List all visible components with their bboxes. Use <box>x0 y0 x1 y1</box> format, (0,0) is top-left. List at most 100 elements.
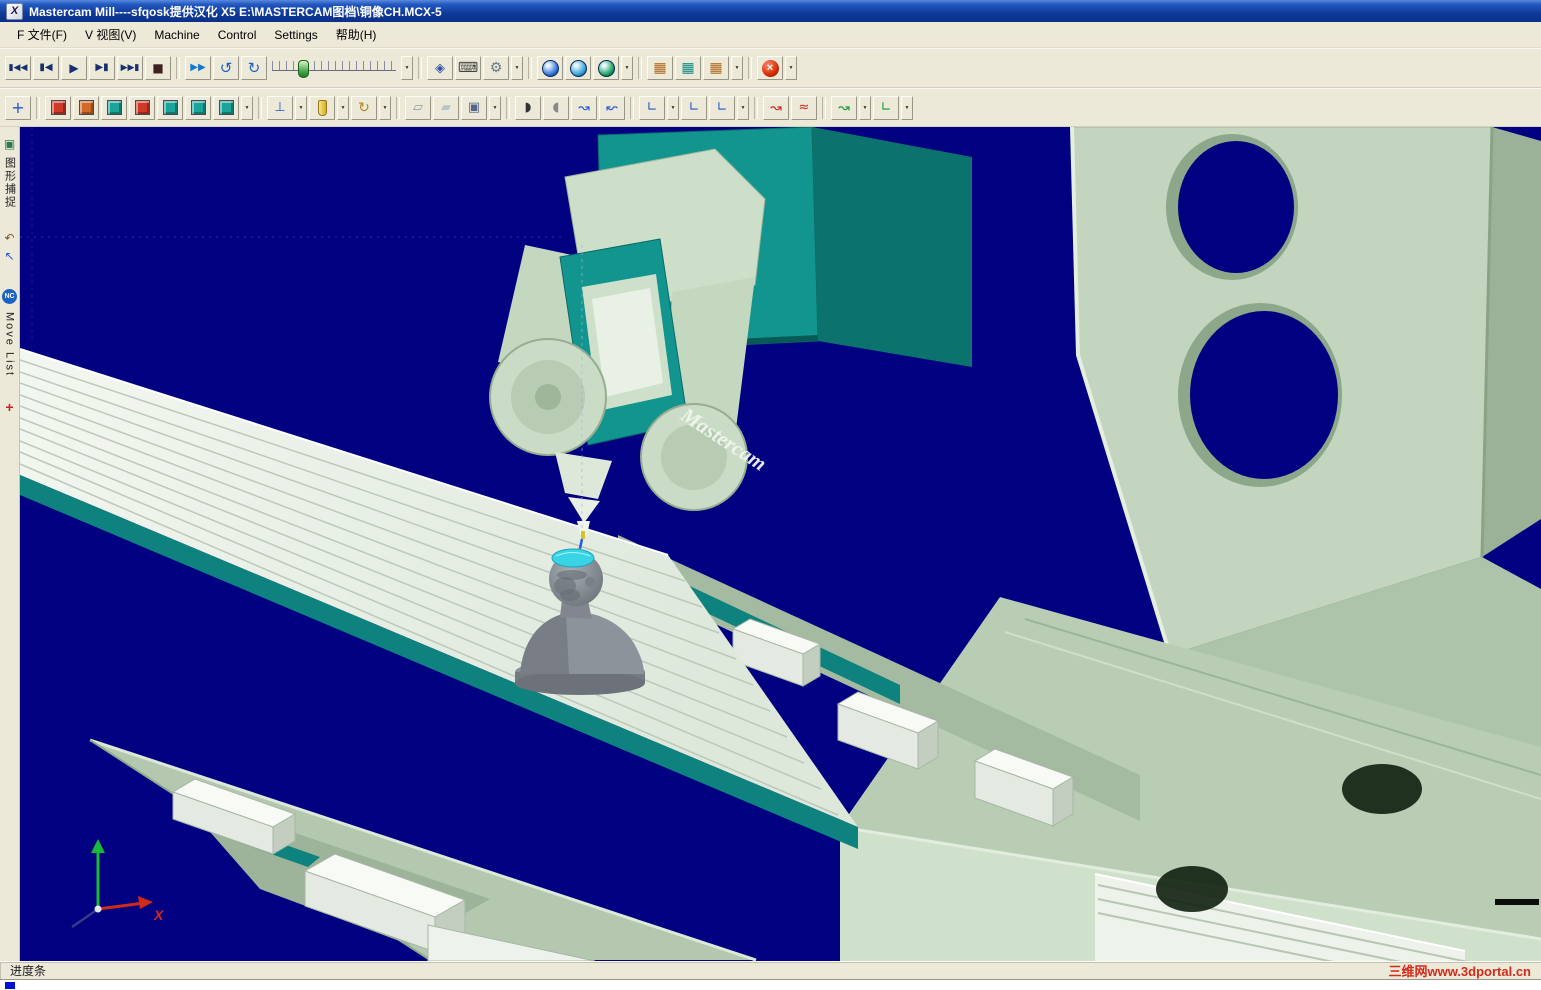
path-points-red-button[interactable]: ≈ <box>791 95 817 120</box>
menu-item-machine[interactable]: Machine <box>145 25 208 45</box>
progress-bar <box>0 979 1541 990</box>
workpiece-display-toggle-button[interactable]: ▦ <box>675 56 701 80</box>
graphics-image-icon[interactable]: ▣ <box>4 138 15 150</box>
toolpath-trace-button[interactable]: ↝ <box>571 95 597 120</box>
stock-display-teal-button-icon <box>106 100 122 115</box>
rotate-ccw-button[interactable]: ↺ <box>213 56 239 80</box>
speed-slider-track[interactable] <box>272 61 396 71</box>
fixture-display-toggle-button[interactable]: ▦ <box>703 56 729 80</box>
workpiece-red-button-icon <box>134 100 150 115</box>
tool-axis-button-icon: ⊥ <box>274 100 286 115</box>
speed-slider[interactable] <box>270 58 398 78</box>
toolbar-separator <box>528 57 532 79</box>
close-simulation-button[interactable]: × <box>757 56 783 80</box>
tab-move-list[interactable]: Move List <box>4 312 16 377</box>
go-to-start-button-icon: ▮◀◀ <box>8 62 28 73</box>
target-teal-button-dropdown[interactable]: ▼ <box>241 95 253 120</box>
left-sidebar: ▣ 图形捕捉 ↶ ↖ NC Move List + <box>0 127 20 961</box>
app-icon: X <box>6 2 23 20</box>
stock-compare-button[interactable] <box>73 95 99 120</box>
stop-button-icon: ■ <box>152 61 164 75</box>
tool-rotate-button[interactable]: ↻ <box>351 95 377 120</box>
close-simulation-button-dropdown[interactable]: ▼ <box>785 56 797 80</box>
display-settings-button-icon: ◈ <box>435 60 445 76</box>
stock-display-teal-button[interactable] <box>101 95 127 120</box>
view-top-globe-button-dropdown[interactable]: ▼ <box>621 56 633 80</box>
path-display-green-button-dropdown[interactable]: ▼ <box>859 95 871 120</box>
view-front-globe-button[interactable] <box>565 56 591 80</box>
rotate-cw-button[interactable]: ↻ <box>241 56 267 80</box>
path-angle-green-button-dropdown[interactable]: ▼ <box>901 95 913 120</box>
nc-badge-icon[interactable]: NC <box>2 289 17 304</box>
options-gear-button-icon: ⚙ <box>489 60 503 76</box>
toolpath-segment-button[interactable]: ↜ <box>599 95 625 120</box>
step-forward-button[interactable]: ▶▮ <box>89 56 115 80</box>
title-bar[interactable]: X Mastercam Mill----sfqosk提供汉化 X5 E:\MAS… <box>0 0 1541 22</box>
tool-axis-button-dropdown[interactable]: ▼ <box>295 95 307 120</box>
close-simulation-button-icon: × <box>761 59 779 77</box>
stock-solid-button-icon: ▰ <box>441 100 451 115</box>
play-button[interactable]: ▶ <box>61 56 87 80</box>
tool-axis-button[interactable]: ⊥ <box>267 95 293 120</box>
axes-icon[interactable]: + <box>5 400 13 414</box>
tab-graphics-capture[interactable]: 图形捕捉 <box>2 157 18 209</box>
machine-sim-viewport[interactable]: Mastercam X <box>20 127 1541 961</box>
machine-housing-toggle-button[interactable]: ▦ <box>647 56 673 80</box>
workpiece-red-button[interactable] <box>129 95 155 120</box>
path-display-green-button-icon: ↝ <box>838 99 850 116</box>
undo-icon[interactable]: ↶ <box>4 232 14 244</box>
path-angle-green-button[interactable]: ∟ <box>873 95 899 120</box>
watermark: 三维网www.3dportal.cn <box>1388 964 1531 979</box>
tool-rotate-button-icon: ↻ <box>358 99 370 116</box>
fit-view-button[interactable]: + <box>5 95 31 120</box>
go-to-end-button[interactable]: ▶▶▮ <box>117 56 143 80</box>
stock-box-button-dropdown[interactable]: ▼ <box>489 95 501 120</box>
path-points-red-button-icon: ≈ <box>798 100 810 115</box>
menu-item-settings[interactable]: Settings <box>265 25 326 45</box>
path-display-green-button[interactable]: ↝ <box>831 95 857 120</box>
options-gear-button-dropdown[interactable]: ▼ <box>511 56 523 80</box>
stop-button[interactable]: ■ <box>145 56 171 80</box>
menu-item-help[interactable]: 帮助(H) <box>327 23 386 46</box>
stock-solid-button[interactable]: ▰ <box>433 95 459 120</box>
tool-display-button[interactable] <box>309 95 335 120</box>
collision-check-button[interactable]: ◗ <box>515 95 541 120</box>
scale-indicator <box>1495 899 1539 905</box>
menu-item-file[interactable]: F 文件(F) <box>8 23 76 46</box>
keyboard-button[interactable]: ⌨ <box>455 56 481 80</box>
axis-lock-3-button[interactable]: ∟ <box>709 95 735 120</box>
target-teal-button[interactable] <box>213 95 239 120</box>
stock-display-red-button[interactable] <box>45 95 71 120</box>
speed-slider-dropdown[interactable]: ▼ <box>401 56 413 80</box>
cursor-icon[interactable]: ↖ <box>4 250 14 262</box>
workpiece-teal-button[interactable] <box>157 95 183 120</box>
speed-slider-thumb[interactable] <box>298 60 309 78</box>
options-gear-button[interactable]: ⚙ <box>483 56 509 80</box>
mastercam-window: X Mastercam Mill----sfqosk提供汉化 X5 E:\MAS… <box>0 0 1541 990</box>
axis-lock-2-button[interactable]: ∟ <box>681 95 707 120</box>
fixture-display-toggle-button-dropdown[interactable]: ▼ <box>731 56 743 80</box>
path-display-red-button[interactable]: ↝ <box>763 95 789 120</box>
menu-item-view[interactable]: V 视图(V) <box>76 23 145 46</box>
display-toolbar: + ▼ ⊥ ▼ ▼ ↻ ▼ ▱ ▰ ▣ ▼ ◗ ◖ ↝ ↜ ∟ ▼ ∟ ∟ ▼ ↝ ≈ ↝ ▼ ∟ ▼ <box>0 88 1541 127</box>
tool-display-button-dropdown[interactable]: ▼ <box>337 95 349 120</box>
fixture-teal-button[interactable] <box>185 95 211 120</box>
stock-section-button[interactable]: ▱ <box>405 95 431 120</box>
axis-lock-1-button-dropdown[interactable]: ▼ <box>667 95 679 120</box>
stock-section-button-icon: ▱ <box>413 100 423 115</box>
toolbar-separator <box>822 96 826 119</box>
fast-forward-button[interactable]: ▶▶ <box>185 56 211 80</box>
collision-report-button[interactable]: ◖ <box>543 95 569 120</box>
axis-lock-3-button-dropdown[interactable]: ▼ <box>737 95 749 120</box>
view-front-globe-button-icon <box>569 59 587 77</box>
tool-rotate-button-dropdown[interactable]: ▼ <box>379 95 391 120</box>
display-settings-button[interactable]: ◈ <box>427 56 453 80</box>
stock-box-button[interactable]: ▣ <box>461 95 487 120</box>
toolbar-separator <box>748 57 752 79</box>
step-back-button[interactable]: ▮◀ <box>33 56 59 80</box>
menu-item-control[interactable]: Control <box>209 25 266 45</box>
view-isometric-globe-button[interactable] <box>537 56 563 80</box>
axis-lock-1-button[interactable]: ∟ <box>639 95 665 120</box>
view-top-globe-button[interactable] <box>593 56 619 80</box>
go-to-start-button[interactable]: ▮◀◀ <box>5 56 31 80</box>
